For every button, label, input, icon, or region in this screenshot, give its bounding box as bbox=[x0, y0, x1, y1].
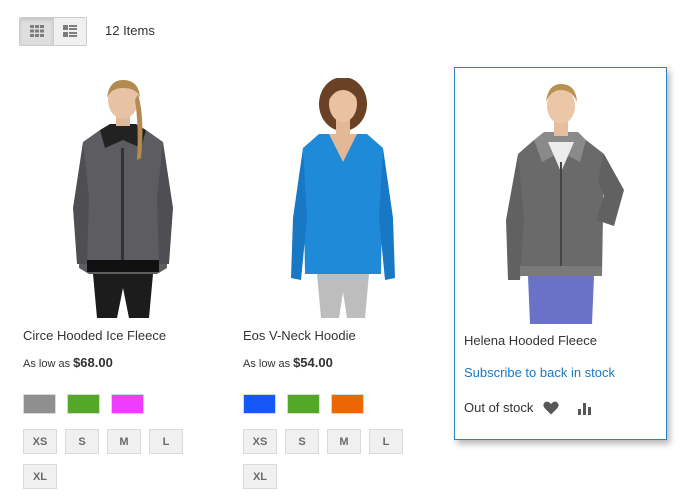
size-option-xl[interactable]: XL bbox=[23, 464, 57, 489]
list-icon bbox=[63, 25, 77, 37]
size-option-l[interactable]: L bbox=[369, 429, 403, 454]
grid-view-button[interactable] bbox=[20, 17, 53, 45]
price-amount: $54.00 bbox=[293, 355, 333, 370]
size-option-s[interactable]: S bbox=[285, 429, 319, 454]
color-swatch-gray[interactable] bbox=[23, 394, 56, 414]
subscribe-back-in-stock-link[interactable]: Subscribe to back in stock bbox=[464, 365, 615, 380]
product-name[interactable]: Circe Hooded Ice Fleece bbox=[23, 328, 166, 343]
size-option-s[interactable]: S bbox=[65, 429, 99, 454]
price-prefix: As low as bbox=[23, 358, 71, 370]
color-swatch-green[interactable] bbox=[287, 394, 320, 414]
size-option-xs[interactable]: XS bbox=[243, 429, 277, 454]
bar-chart-icon[interactable] bbox=[577, 401, 593, 415]
grid-icon bbox=[29, 25, 44, 37]
stock-status: Out of stock bbox=[464, 400, 534, 415]
product-price: As low as $68.00 bbox=[23, 355, 113, 370]
size-option-m[interactable]: M bbox=[327, 429, 361, 454]
product-name[interactable]: Eos V-Neck Hoodie bbox=[243, 328, 356, 343]
color-swatch-orange[interactable] bbox=[331, 394, 364, 414]
product-image[interactable] bbox=[486, 80, 636, 324]
color-swatches bbox=[243, 394, 364, 414]
color-swatches bbox=[23, 394, 144, 414]
heart-icon[interactable] bbox=[543, 401, 559, 415]
price-prefix: As low as bbox=[243, 358, 291, 370]
color-swatch-green[interactable] bbox=[67, 394, 100, 414]
product-price: As low as $54.00 bbox=[243, 355, 333, 370]
size-swatches: XS S M L XL bbox=[23, 429, 213, 489]
product-name[interactable]: Helena Hooded Fleece bbox=[464, 333, 597, 348]
size-option-m[interactable]: M bbox=[107, 429, 141, 454]
color-swatch-purple[interactable] bbox=[111, 394, 144, 414]
product-card-hovered: Helena Hooded Fleece Subscribe to back i… bbox=[454, 67, 667, 440]
list-view-button[interactable] bbox=[53, 17, 86, 45]
size-option-xs[interactable]: XS bbox=[23, 429, 57, 454]
size-swatches: XS S M L XL bbox=[243, 429, 433, 489]
view-mode-switch bbox=[19, 16, 87, 46]
product-image[interactable] bbox=[283, 78, 403, 318]
product-image[interactable] bbox=[63, 78, 183, 318]
size-option-xl[interactable]: XL bbox=[243, 464, 277, 489]
color-swatch-blue[interactable] bbox=[243, 394, 276, 414]
items-count: 12 Items bbox=[105, 23, 155, 38]
price-amount: $68.00 bbox=[73, 355, 113, 370]
toolbar bbox=[19, 16, 87, 46]
size-option-l[interactable]: L bbox=[149, 429, 183, 454]
